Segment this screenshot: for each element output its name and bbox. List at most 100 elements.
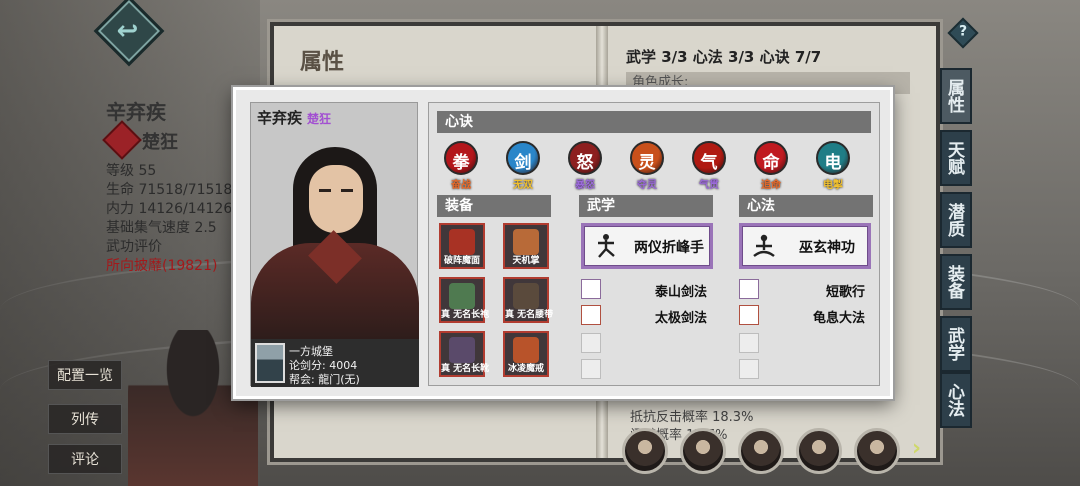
tab-martial[interactable]: 武学 <box>940 316 972 372</box>
martial-header: 武学 <box>579 195 713 217</box>
teammate-portrait[interactable] <box>738 428 784 474</box>
mind-sub-label: 短歌行 <box>825 285 865 300</box>
stat-rating-label: 武功评价 <box>106 239 162 255</box>
empty-martial-slot[interactable] <box>581 333 601 353</box>
equip-label: 真 无名长靴 <box>441 364 490 374</box>
empty-mind-slot[interactable] <box>739 333 759 353</box>
tab-potential[interactable]: 潜质 <box>940 192 972 248</box>
meditation-small-icon <box>739 305 759 325</box>
empty-mind-slot[interactable] <box>739 359 759 379</box>
popup-character-name: 辛弃疾 <box>257 109 303 127</box>
stat-hp: 生命 71518/71518 <box>106 182 233 198</box>
xinjue-skill-zhuiming[interactable]: 命 追命 <box>747 141 795 191</box>
main-martial-label: 两仪折峰手 <box>634 240 704 256</box>
meditation-icon <box>750 232 778 260</box>
book-page-title: 属性 <box>300 50 345 75</box>
equip-slot-ring[interactable]: 冰凌魔戒 <box>503 331 549 377</box>
xinjue-skill-duoling[interactable]: 灵 夺灵 <box>623 141 671 191</box>
empty-martial-slot[interactable] <box>581 359 601 379</box>
player-guild: 帮会: 龍门(无) <box>289 373 360 386</box>
teammate-portrait[interactable] <box>622 428 668 474</box>
player-info-strip: 一方城堡 论剑分: 4004 帮会: 龍门(无) <box>251 339 419 387</box>
equip-slot-robe[interactable]: 真 无名长袍 <box>439 277 490 323</box>
resist-stat: 抵抗反击概率 18.3% <box>630 410 754 425</box>
martial-sub-item[interactable]: 泰山剑法 <box>581 279 707 301</box>
sword-icon: 剑 <box>506 141 540 175</box>
main-mind-label: 巫玄神功 <box>799 240 855 256</box>
player-avatar <box>255 343 285 383</box>
claw-icon: 命 <box>754 141 788 175</box>
martial-sub-label: 泰山剑法 <box>654 285 707 300</box>
soul-icon: 灵 <box>630 141 664 175</box>
tab-equipment[interactable]: 装备 <box>940 254 972 310</box>
mask-icon <box>449 229 475 255</box>
stat-mp: 内力 14126/14126 <box>106 201 233 217</box>
qi-icon: 气 <box>692 141 726 175</box>
martial-sub-item[interactable]: 太极剑法 <box>581 305 707 327</box>
character-name: 辛弃疾 <box>106 100 166 124</box>
tab-attributes[interactable]: 属性 <box>940 68 972 124</box>
equip-slot-mask[interactable]: 破阵魔面 <box>439 223 485 269</box>
mind-header: 心法 <box>739 195 873 217</box>
xinjue-skill-label: 夺灵 <box>637 180 657 191</box>
glove-icon <box>513 229 539 255</box>
biography-button[interactable]: 列传 <box>48 404 122 434</box>
tab-mind[interactable]: 心法 <box>940 372 972 428</box>
teammate-portrait[interactable] <box>854 428 900 474</box>
xinjue-skill-label: 暴怒 <box>575 180 595 191</box>
martial-figure-icon <box>592 232 620 260</box>
portrait-face <box>309 165 363 233</box>
xinjue-skill-label: 气贯 <box>699 180 719 191</box>
equip-label: 真 无名腰带 <box>505 310 554 320</box>
character-detail-popup: 辛弃疾 楚狂 一方城堡 论剑分: 4004 帮会: 龍门(无) 心诀 拳 奋战 … <box>233 87 893 399</box>
xinjue-skill-fenzhan[interactable]: 拳 奋战 <box>437 141 485 191</box>
equip-label: 真 无名长袍 <box>441 310 490 320</box>
popup-character-tag: 楚狂 <box>307 112 332 126</box>
boots-icon <box>449 337 475 363</box>
equipment-header: 装备 <box>437 195 551 217</box>
xinjue-skill-wushuang[interactable]: 剑 无双 <box>499 141 547 191</box>
tab-talent[interactable]: 天赋 <box>940 130 972 186</box>
teammate-portrait[interactable] <box>680 428 726 474</box>
fist-icon: 拳 <box>444 141 478 175</box>
equip-slot-boots[interactable]: 真 无名长靴 <box>439 331 490 377</box>
character-portrait <box>251 143 419 339</box>
sword-stance-icon <box>581 305 601 325</box>
xinjue-header: 心诀 <box>437 111 871 133</box>
sword-stance-icon <box>581 279 601 299</box>
mind-sub-item[interactable]: 龟息大法 <box>739 305 865 327</box>
main-mind-slot[interactable]: 巫玄神功 <box>739 223 871 269</box>
config-overview-button[interactable]: 配置一览 <box>48 360 122 390</box>
main-martial-slot[interactable]: 两仪折峰手 <box>581 223 713 269</box>
equip-label: 破阵魔面 <box>443 256 480 266</box>
equip-label: 冰凌魔戒 <box>507 364 544 374</box>
back-arrow-icon: ↩ <box>116 15 139 46</box>
xinjue-skill-label: 电掣 <box>823 180 843 191</box>
martial-sub-label: 太极剑法 <box>654 311 707 326</box>
comments-button[interactable]: 评论 <box>48 444 122 474</box>
stat-rating-value: 所向披靡(19821) <box>106 258 218 274</box>
portrait-eye <box>319 189 331 192</box>
xinjue-skill-qiguan[interactable]: 气 气贯 <box>685 141 733 191</box>
equip-slot-belt[interactable]: 真 无名腰带 <box>503 277 554 323</box>
next-page-icon[interactable]: › <box>912 436 921 461</box>
ring-icon <box>513 337 539 363</box>
character-title: 楚狂 <box>142 132 178 153</box>
xinjue-skill-dianche[interactable]: 电 电掣 <box>809 141 857 191</box>
teammate-portrait[interactable] <box>796 428 842 474</box>
mind-sub-label: 龟息大法 <box>812 311 865 326</box>
stat-level: 等级 55 <box>106 163 157 179</box>
stat-speed: 基础集气速度 2.5 <box>106 220 217 236</box>
xinjue-skill-label: 无双 <box>513 180 533 191</box>
equip-slot-glove[interactable]: 天机掌 <box>503 223 549 269</box>
help-icon: ? <box>958 23 968 40</box>
belt-icon <box>513 283 539 309</box>
loadout-area: 心诀 拳 奋战 剑 无双 怒 暴怒 灵 夺灵 气 气贯 命 追命 电 电掣 装备… <box>428 102 880 386</box>
robe-icon <box>449 283 475 309</box>
character-card: 辛弃疾 楚狂 一方城堡 论剑分: 4004 帮会: 龍门(无) <box>250 102 419 387</box>
meditation-small-icon <box>739 279 759 299</box>
book-summary: 武学 3/3 心法 3/3 心诀 7/7 <box>626 48 822 66</box>
mind-sub-item[interactable]: 短歌行 <box>739 279 865 301</box>
lightning-icon: 电 <box>816 141 850 175</box>
xinjue-skill-baonu[interactable]: 怒 暴怒 <box>561 141 609 191</box>
